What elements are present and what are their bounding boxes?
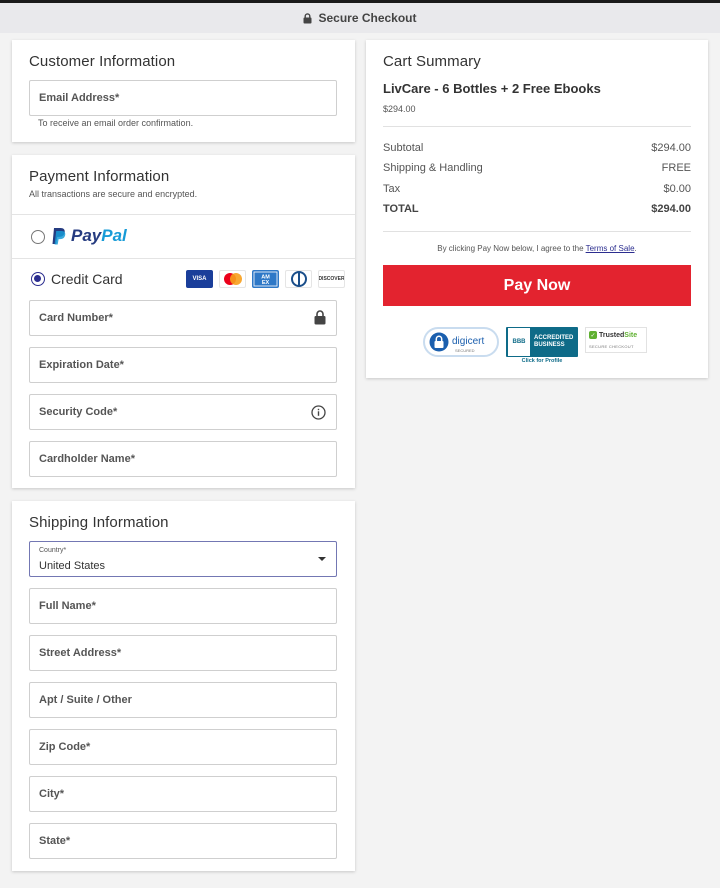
zip-code-field[interactable]: Zip Code* bbox=[29, 729, 337, 765]
full-name-field[interactable]: Full Name* bbox=[29, 588, 337, 624]
mastercard-icon bbox=[219, 270, 246, 288]
expiration-date-field[interactable]: Expiration Date* bbox=[29, 347, 337, 383]
summary-label: Shipping & Handling bbox=[383, 162, 483, 174]
payment-subtitle: All transactions are secure and encrypte… bbox=[29, 189, 198, 199]
divider bbox=[12, 258, 355, 259]
divider bbox=[383, 231, 691, 232]
city-field[interactable]: City* bbox=[29, 776, 337, 812]
credit-card-radio[interactable] bbox=[31, 272, 45, 286]
security-code-field[interactable]: Security Code* bbox=[29, 394, 337, 430]
paypal-icon bbox=[52, 227, 66, 244]
terms-of-sale-link[interactable]: Terms of Sale bbox=[586, 244, 635, 253]
summary-value: $294.00 bbox=[651, 203, 691, 215]
summary-label: TOTAL bbox=[383, 203, 419, 215]
trusted-b: Site bbox=[624, 331, 638, 339]
trustedsite-badge[interactable]: ✓ Trusted Site SECURE CHECKOUT bbox=[585, 327, 647, 353]
zip-placeholder: Zip Code* bbox=[39, 741, 91, 753]
cart-summary-title: Cart Summary bbox=[383, 53, 481, 70]
security-code-placeholder: Security Code* bbox=[39, 406, 118, 418]
header-title: Secure Checkout bbox=[318, 11, 417, 25]
bbb-logo-icon: BBB bbox=[508, 328, 530, 356]
pay-now-button[interactable]: Pay Now bbox=[383, 265, 691, 306]
card-logos: VISA AM EX DISCOVER bbox=[186, 270, 345, 288]
divider bbox=[383, 126, 691, 127]
terms-suffix: . bbox=[634, 244, 637, 253]
credit-card-label[interactable]: Credit Card bbox=[51, 271, 123, 287]
digicert-badge[interactable]: digicert SECURED bbox=[423, 327, 499, 357]
info-icon[interactable] bbox=[311, 405, 326, 420]
email-hint: To receive an email order confirmation. bbox=[38, 118, 194, 128]
apt-suite-field[interactable]: Apt / Suite / Other bbox=[29, 682, 337, 718]
digicert-lock-icon bbox=[429, 332, 449, 352]
state-field[interactable]: State* bbox=[29, 823, 337, 859]
shipping-info-title: Shipping Information bbox=[29, 514, 169, 531]
digicert-name: digicert bbox=[452, 336, 485, 347]
summary-label: Tax bbox=[383, 183, 401, 195]
payment-info-card: Payment Information All transactions are… bbox=[12, 155, 355, 488]
street-placeholder: Street Address* bbox=[39, 647, 122, 659]
cart-summary-card: Cart Summary LivCare - 6 Bottles + 2 Fre… bbox=[366, 40, 708, 378]
terms-text: By clicking Pay Now below, I agree to th… bbox=[383, 244, 691, 253]
customer-info-title: Customer Information bbox=[29, 53, 176, 70]
bbb-badge[interactable]: BBB ACCREDITED BUSINESS Click for Profil… bbox=[506, 327, 578, 364]
trust-badges: digicert SECURED BBB ACCREDITED BUSINESS… bbox=[423, 327, 647, 364]
country-label: Country* bbox=[39, 547, 67, 554]
visa-icon: VISA bbox=[186, 270, 213, 288]
cardholder-placeholder: Cardholder Name* bbox=[39, 453, 135, 465]
country-select[interactable]: Country* United States bbox=[29, 541, 337, 577]
summary-row-total: TOTAL $294.00 bbox=[383, 203, 691, 215]
paypal-text-pay: Pay bbox=[71, 226, 102, 245]
trusted-a: Trusted bbox=[599, 331, 625, 339]
email-placeholder: Email Address* bbox=[39, 92, 120, 104]
full-name-placeholder: Full Name* bbox=[39, 600, 96, 612]
amex-icon: AM EX bbox=[252, 270, 279, 288]
summary-value: $0.00 bbox=[663, 183, 691, 195]
digicert-sub: SECURED bbox=[455, 348, 475, 353]
product-name: LivCare - 6 Bottles + 2 Free Ebooks bbox=[383, 81, 601, 96]
lock-icon bbox=[314, 310, 326, 325]
bbb-line2: BUSINESS bbox=[534, 342, 565, 348]
summary-row-subtotal: Subtotal $294.00 bbox=[383, 142, 691, 154]
diners-club-icon bbox=[285, 270, 312, 288]
email-field[interactable]: Email Address* bbox=[29, 80, 337, 116]
summary-value: FREE bbox=[661, 162, 691, 174]
paypal-radio[interactable] bbox=[31, 230, 45, 244]
chevron-down-icon bbox=[318, 557, 326, 561]
svg-text:EX: EX bbox=[262, 280, 270, 286]
terms-prefix: By clicking Pay Now below, I agree to th… bbox=[437, 244, 584, 253]
expiration-placeholder: Expiration Date* bbox=[39, 359, 124, 371]
payment-info-title: Payment Information bbox=[29, 168, 170, 185]
paypal-logo[interactable]: PayPal bbox=[51, 226, 127, 246]
divider bbox=[12, 214, 355, 215]
paypal-text-pal: Pal bbox=[101, 226, 127, 245]
summary-row-shipping: Shipping & Handling FREE bbox=[383, 162, 691, 174]
card-number-placeholder: Card Number* bbox=[39, 312, 113, 324]
bbb-line1: ACCREDITED bbox=[534, 335, 574, 341]
bbb-profile-link[interactable]: Click for Profile bbox=[522, 358, 563, 364]
street-address-field[interactable]: Street Address* bbox=[29, 635, 337, 671]
apt-placeholder: Apt / Suite / Other bbox=[39, 694, 132, 706]
customer-info-card: Customer Information Email Address* To r… bbox=[12, 40, 355, 142]
shipping-info-card: Shipping Information Country* United Sta… bbox=[12, 501, 355, 871]
discover-icon: DISCOVER bbox=[318, 270, 345, 288]
trusted-sub: SECURE CHECKOUT bbox=[589, 344, 634, 349]
city-placeholder: City* bbox=[39, 788, 65, 800]
country-value: United States bbox=[39, 560, 106, 572]
product-price: $294.00 bbox=[383, 104, 416, 114]
summary-label: Subtotal bbox=[383, 142, 424, 154]
cardholder-name-field[interactable]: Cardholder Name* bbox=[29, 441, 337, 477]
summary-value: $294.00 bbox=[651, 142, 691, 154]
check-icon: ✓ bbox=[589, 331, 597, 339]
summary-row-tax: Tax $0.00 bbox=[383, 183, 691, 195]
state-placeholder: State* bbox=[39, 835, 71, 847]
top-bar: Secure Checkout bbox=[0, 0, 720, 33]
card-number-field[interactable]: Card Number* bbox=[29, 300, 337, 336]
lock-icon bbox=[303, 12, 312, 24]
